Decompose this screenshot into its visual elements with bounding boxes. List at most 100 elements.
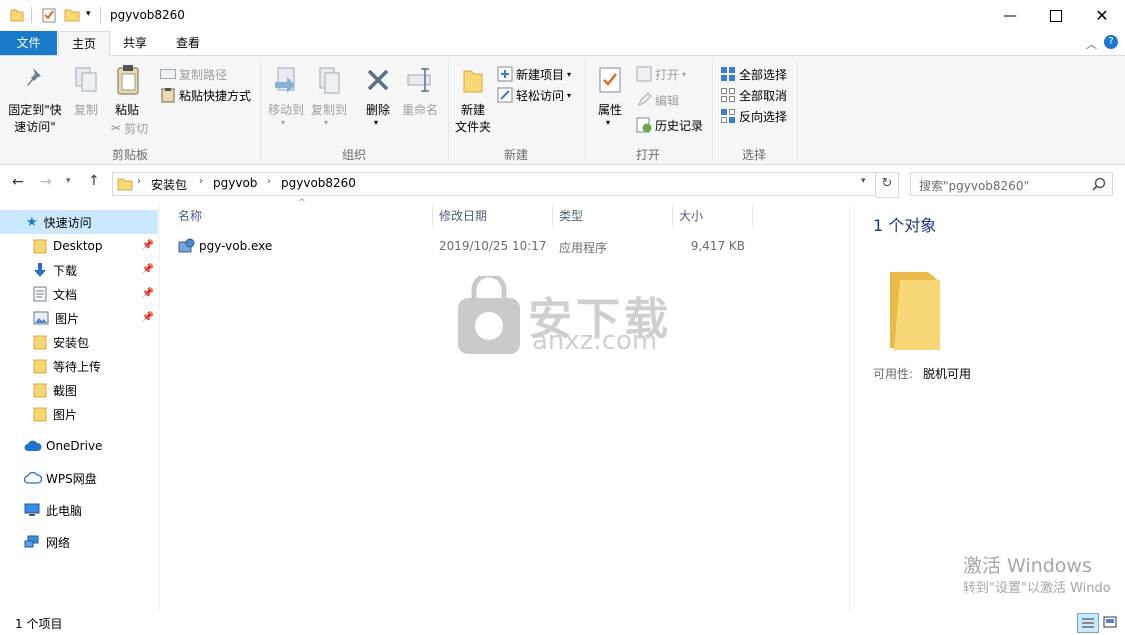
- history-button[interactable]: 历史记录: [636, 115, 703, 135]
- minimize-button[interactable]: —: [987, 0, 1033, 31]
- breadcrumb-separator-icon[interactable]: ›: [267, 176, 271, 187]
- nav-item-pictures[interactable]: 图片 📌: [0, 306, 158, 330]
- select-none-button[interactable]: 全部取消: [720, 85, 787, 105]
- invert-selection-button[interactable]: 反向选择: [720, 106, 787, 126]
- nav-item-folder[interactable]: 安装包: [0, 330, 158, 354]
- file-type: 应用程序: [559, 241, 608, 255]
- nav-item-folder[interactable]: 等待上传: [0, 354, 158, 378]
- folder-icon: [33, 335, 47, 350]
- nav-wps[interactable]: WPS网盘: [0, 466, 158, 490]
- large-icons-view-icon: [1103, 616, 1117, 628]
- column-header-date[interactable]: 修改日期: [439, 205, 487, 229]
- column-header-name[interactable]: 名称: [178, 205, 202, 229]
- computer-icon: [24, 503, 40, 516]
- details-view-button[interactable]: [1077, 613, 1099, 633]
- pin-icon[interactable]: 📌: [142, 240, 154, 251]
- edit-button[interactable]: 编辑: [636, 90, 679, 110]
- file-row[interactable]: pgy-vob.exe 2019/10/25 10:17 应用程序 9,417 …: [170, 235, 754, 257]
- maximize-button[interactable]: [1033, 0, 1079, 31]
- ribbon-tabs: 文件 主页 共享 查看 ︿ ?: [0, 31, 1125, 57]
- column-divider[interactable]: [672, 205, 673, 227]
- pin-icon[interactable]: 📌: [142, 264, 154, 275]
- nav-label: 快速访问: [43, 215, 92, 230]
- move-to-button[interactable]: 移动到 ▾: [266, 62, 306, 140]
- edit-label: 编辑: [655, 93, 680, 108]
- recent-locations-chevron-icon[interactable]: ▾: [66, 176, 71, 186]
- tab-home[interactable]: 主页: [58, 31, 110, 57]
- copy-path-button[interactable]: 复制路径: [160, 64, 227, 84]
- select-all-button[interactable]: 全部选择: [720, 64, 787, 84]
- search-icon: [1092, 177, 1106, 191]
- quick-toolbar-dropdown-icon[interactable]: ▾: [86, 9, 91, 19]
- nav-item-folder[interactable]: 截图: [0, 378, 158, 402]
- nav-network[interactable]: 网络: [0, 530, 158, 554]
- breadcrumb-separator-icon[interactable]: ›: [137, 176, 141, 187]
- copy-icon: [75, 67, 97, 92]
- file-name: pgy-vob.exe: [199, 239, 273, 253]
- window-title: pgyvob8260: [110, 8, 185, 22]
- column-divider[interactable]: [552, 205, 553, 227]
- close-button[interactable]: ✕: [1079, 0, 1125, 31]
- properties-check-icon[interactable]: [42, 7, 56, 23]
- column-header-size[interactable]: 大小: [679, 205, 703, 229]
- refresh-button[interactable]: ↻: [876, 172, 899, 198]
- pin-icon[interactable]: 📌: [142, 288, 154, 299]
- history-icon: [636, 117, 652, 133]
- nav-label: 安装包: [53, 335, 90, 350]
- invert-selection-icon: [721, 109, 735, 123]
- nav-item-documents[interactable]: 文档 📌: [0, 282, 158, 306]
- select-group-label: 选择: [741, 148, 766, 162]
- help-icon[interactable]: ?: [1104, 35, 1118, 49]
- breadcrumb-item[interactable]: pgyvob8260: [281, 176, 356, 190]
- nav-onedrive[interactable]: OneDrive: [0, 434, 158, 458]
- new-folder-button[interactable]: 新建 文件夹: [452, 62, 494, 140]
- copy-button[interactable]: 复制: [68, 62, 104, 140]
- new-folder-icon: [463, 70, 483, 93]
- column-divider[interactable]: [432, 205, 433, 227]
- open-button[interactable]: 打开 ▾: [636, 64, 686, 84]
- new-folder-icon[interactable]: [64, 7, 80, 23]
- breadcrumb-separator-icon[interactable]: ›: [199, 176, 203, 187]
- folder-icon: [117, 178, 133, 191]
- back-arrow-icon[interactable]: ←: [12, 174, 24, 190]
- breadcrumb-item[interactable]: pgyvob: [213, 176, 257, 190]
- watermark-subtext: anxz.com: [532, 326, 658, 356]
- large-icons-view-button[interactable]: [1100, 613, 1120, 631]
- collapse-ribbon-icon[interactable]: ︿: [1086, 36, 1097, 52]
- nav-quick-access[interactable]: ★ 快速访问: [0, 210, 158, 234]
- open-icon: [636, 66, 652, 82]
- paste-label: 粘贴: [114, 103, 139, 117]
- minimize-icon: —: [1003, 7, 1017, 24]
- tab-share[interactable]: 共享: [115, 31, 155, 55]
- address-dropdown-icon[interactable]: ▾: [861, 176, 866, 186]
- search-input[interactable]: 搜索"pgyvob8260": [919, 177, 1029, 194]
- pin-icon[interactable]: 📌: [142, 312, 154, 323]
- nav-item-downloads[interactable]: 下载 📌: [0, 258, 158, 282]
- nav-this-pc[interactable]: 此电脑: [0, 498, 158, 522]
- new-item-button[interactable]: 新建项目 ▾: [497, 64, 571, 84]
- tab-file[interactable]: 文件: [0, 31, 57, 55]
- nav-item-desktop[interactable]: Desktop 📌: [0, 234, 158, 258]
- up-arrow-icon[interactable]: ↑: [88, 173, 100, 189]
- search-box[interactable]: 搜索"pgyvob8260": [910, 172, 1113, 196]
- column-divider[interactable]: [752, 205, 753, 227]
- folder-icon: [33, 407, 47, 422]
- copy-to-button[interactable]: 复制到 ▾: [308, 62, 350, 140]
- forward-arrow-icon[interactable]: →: [40, 174, 52, 190]
- address-bar[interactable]: › 安装包 › pgyvob › pgyvob8260 ▾: [112, 172, 876, 196]
- column-header-type[interactable]: 类型: [559, 205, 583, 229]
- pin-quick-access-button[interactable]: 固定到"快 速访问": [4, 62, 66, 140]
- paste-shortcut-button[interactable]: 粘贴快捷方式: [160, 85, 251, 105]
- nav-label: 文档: [53, 287, 78, 302]
- folder-icon: [33, 383, 47, 398]
- new-item-label: 新建项目: [516, 67, 565, 82]
- properties-button[interactable]: 属性 ▾: [591, 62, 629, 140]
- breadcrumb-item[interactable]: 安装包: [151, 176, 187, 193]
- rename-button[interactable]: 重命名: [398, 62, 442, 140]
- tab-view[interactable]: 查看: [168, 31, 208, 55]
- cut-button[interactable]: ✂ 剪切: [111, 118, 148, 138]
- chevron-down-icon: ▾: [606, 118, 611, 127]
- nav-item-folder[interactable]: 图片: [0, 402, 158, 426]
- delete-button[interactable]: 删除 ▾: [360, 62, 396, 140]
- easy-access-button[interactable]: 轻松访问 ▾: [497, 85, 571, 105]
